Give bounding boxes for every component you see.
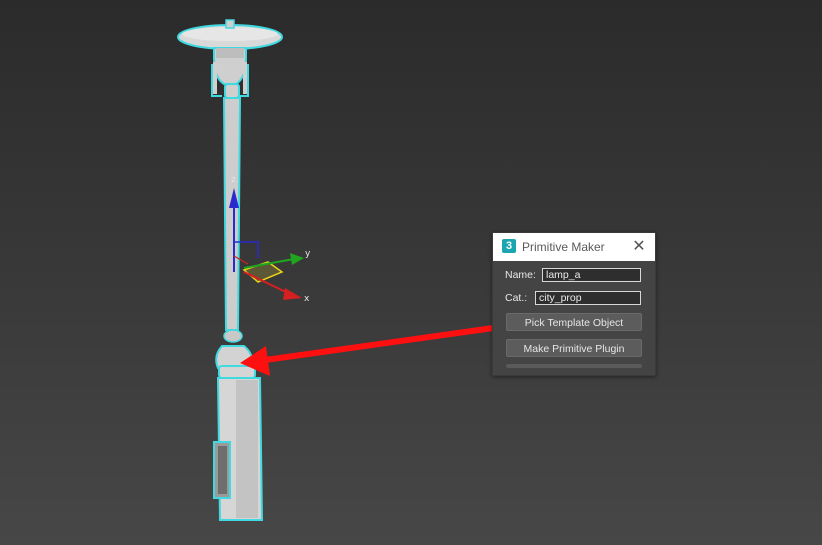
app-logo-icon: 3	[502, 239, 516, 253]
dialog-titlebar[interactable]: 3 Primitive Maker ✕	[493, 233, 655, 261]
transform-gizmo[interactable]	[229, 188, 304, 300]
annotation-arrow	[240, 321, 523, 376]
gizmo-label-z: z	[231, 175, 236, 185]
viewport-3d[interactable]: z y x	[0, 0, 822, 545]
category-label: Cat.:	[505, 292, 528, 304]
gizmo-label-y: y	[305, 249, 311, 259]
close-icon[interactable]: ✕	[631, 239, 647, 255]
name-field[interactable]: lamp_a	[542, 268, 641, 282]
primitive-maker-dialog: 3 Primitive Maker ✕ Name: lamp_a Cat.: c…	[492, 232, 656, 376]
gizmo-label-x: x	[304, 294, 310, 304]
scene-canvas[interactable]: z y x	[0, 0, 822, 545]
dialog-title: Primitive Maker	[522, 240, 605, 254]
name-label: Name:	[505, 269, 536, 281]
progress-bar	[506, 364, 642, 368]
make-primitive-plugin-button[interactable]: Make Primitive Plugin	[506, 339, 642, 357]
pick-template-object-button[interactable]: Pick Template Object	[506, 313, 642, 331]
category-field[interactable]: city_prop	[535, 291, 641, 305]
